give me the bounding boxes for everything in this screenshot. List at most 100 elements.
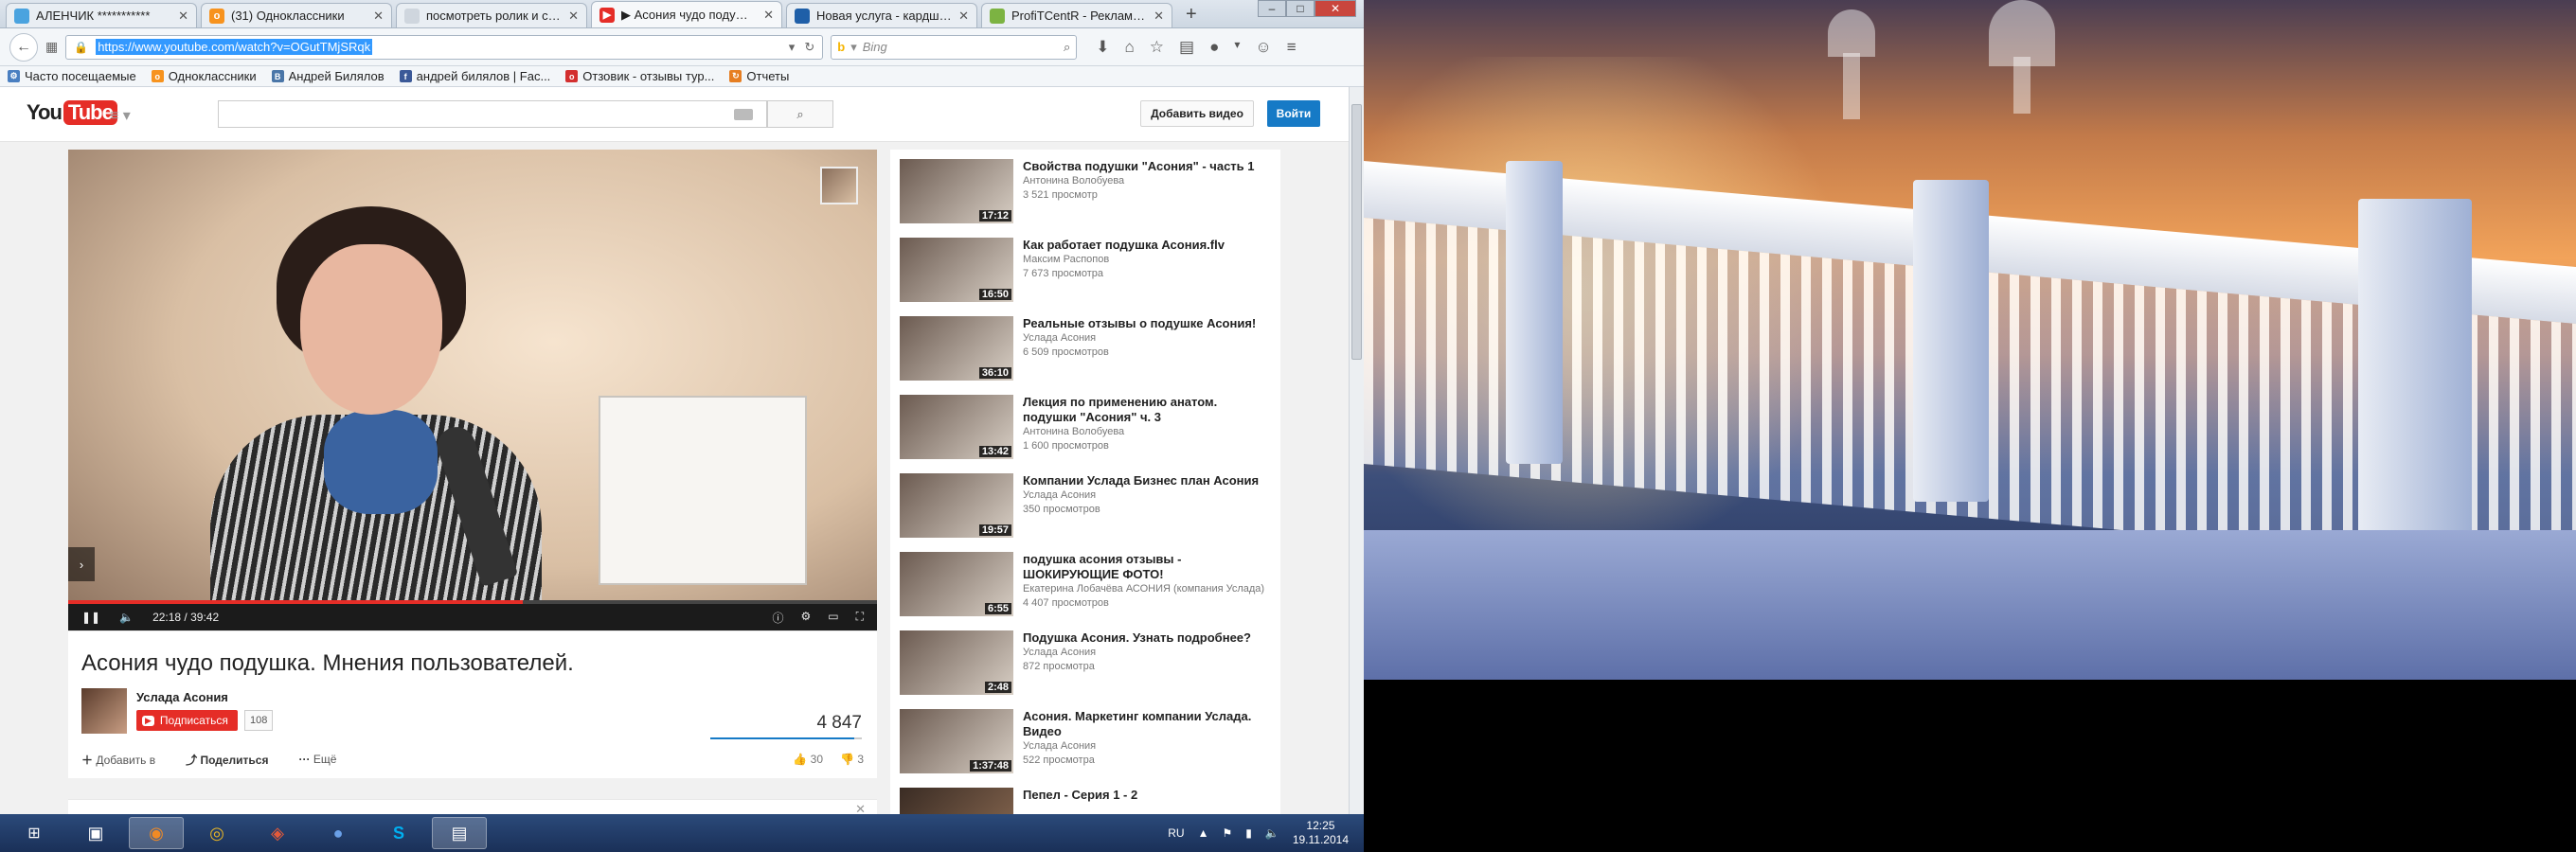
extension-dropdown-icon[interactable]: ▾ [1234,38,1240,57]
close-icon[interactable]: ✕ [568,9,579,24]
window-close-button[interactable]: ✕ [1315,0,1356,17]
youtube-search-button[interactable]: ⌕ [767,100,833,128]
channel-watermark[interactable] [820,167,858,204]
bookmark-item[interactable]: B Андрей Билялов [271,69,385,83]
share-button[interactable]: ⤴ Поделиться [186,752,268,768]
subscribe-button[interactable]: ▶ Подписаться [136,710,238,731]
close-icon[interactable]: ✕ [373,9,384,24]
video-title-link[interactable]: Асония. Маркетинг компании Услада. Видео [1023,709,1271,739]
taskbar-app-chrome[interactable]: ◎ [189,817,244,849]
video-thumbnail[interactable]: 13:42 [900,395,1013,459]
minimize-button[interactable]: – [1258,0,1286,17]
pause-icon[interactable]: ❚❚ [81,611,100,624]
tab-profitcentr[interactable]: ProfiTCentR - Рекламное ... ✕ [981,3,1172,27]
extension-icon[interactable]: ● [1209,38,1219,57]
video-thumbnail[interactable]: 2:48 [900,630,1013,695]
video-title-link[interactable]: Свойства подушки "Асония" - часть 1 [1023,159,1271,174]
video-title-link[interactable]: Лекция по применению анатом. подушки "Ас… [1023,395,1271,425]
related-video-item[interactable]: 2:48 Подушка Асония. Узнать подробнее? У… [900,630,1271,709]
close-icon[interactable]: ✕ [855,802,866,814]
volume-icon[interactable]: 🔈 [1265,826,1279,840]
reload-icon[interactable]: ↻ [804,40,814,55]
theater-mode-icon[interactable]: ▭ [828,610,838,626]
video-title-link[interactable]: Реальные отзывы о подушке Асония! [1023,316,1271,331]
video-thumbnail[interactable]: 1:37:48 [900,709,1013,773]
tab-alenchik[interactable]: АЛЕНЧИК *********** ✕ [6,3,197,27]
home-icon[interactable]: ⌂ [1124,38,1134,57]
menu-icon[interactable]: ≡ [1287,38,1297,57]
new-tab-button[interactable]: + [1176,4,1207,27]
video-title-link[interactable]: подушка асония отзывы - ШОКИРУЮЩИЕ ФОТО! [1023,552,1271,582]
tab-odnoklassniki[interactable]: о (31) Одноклассники ✕ [201,3,392,27]
channel-name[interactable]: Услада Асония [136,690,228,704]
taskbar-app-globe[interactable]: ● [311,817,366,849]
info-icon[interactable]: ⓘ [772,610,783,626]
related-video-item[interactable]: 1:37:48 Асония. Маркетинг компании Услад… [900,709,1271,788]
tab-posmotret-rolik[interactable]: посмотреть ролик и сдел... ✕ [396,3,587,27]
search-bar[interactable]: b ▾ Bing ⌕ [831,34,1078,60]
close-icon[interactable]: ✕ [763,8,774,23]
dislike-button[interactable]: 👎 3 [840,753,864,766]
related-video-item[interactable]: 16:50 Как работает подушка Асония.flv Ма… [900,238,1271,316]
related-video-item[interactable]: 36:10 Реальные отзывы о подушке Асония! … [900,316,1271,395]
like-button[interactable]: 👍 30 [793,753,823,766]
bookmark-item[interactable]: о Одноклассники [151,69,257,83]
related-video-item[interactable]: Пепел - Серия 1 - 2 [900,788,1271,814]
video-thumbnail[interactable]: 19:57 [900,473,1013,538]
volume-icon[interactable]: 🔈 [119,611,134,624]
tray-expand-icon[interactable]: ▲ [1198,826,1209,840]
address-bar[interactable]: 🔒 https://www.youtube.com/watch?v=OGutTM… [65,34,824,60]
back-button[interactable]: ← [9,32,38,62]
chevron-right-icon[interactable]: › [68,547,95,581]
bookmark-item[interactable]: ⚙ Часто посещаемые [8,69,136,83]
related-video-item[interactable]: 13:42 Лекция по применению анатом. подуш… [900,395,1271,473]
taskbar-app-firefox[interactable]: ◉ [129,817,184,849]
language-indicator[interactable]: RU [1168,826,1184,840]
video-thumbnail[interactable]: 16:50 [900,238,1013,302]
network-icon[interactable]: ▮ [1245,826,1252,840]
download-icon[interactable]: ⬇ [1096,38,1109,57]
add-to-button[interactable]: ＋ Добавить в [81,752,155,768]
scrollbar-thumb[interactable] [1351,104,1362,360]
taskbar-app-skype[interactable]: S [371,817,426,849]
search-engine-chevron-icon[interactable]: ▾ [850,40,857,55]
library-icon[interactable]: ▤ [1179,38,1194,57]
bookmark-item[interactable]: f андрей билялов | Fac... [399,69,550,83]
video-title-link[interactable]: Подушка Асония. Узнать подробнее? [1023,630,1271,646]
maximize-button[interactable]: □ [1286,0,1315,17]
tab-youtube-asonia[interactable]: ▶ ▶ Асония чудо подушка... ✕ [591,1,782,27]
video-thumbnail[interactable]: 36:10 [900,316,1013,381]
guide-menu-icon[interactable]: ≡ ▾ [110,106,131,125]
search-icon[interactable]: ⌕ [1064,40,1070,55]
bookmark-star-icon[interactable]: ☆ [1150,38,1164,57]
bing-icon[interactable]: b [837,40,845,54]
clock[interactable]: 12:25 19.11.2014 [1293,819,1349,847]
close-icon[interactable]: ✕ [958,9,969,24]
video-thumbnail[interactable]: 17:12 [900,159,1013,223]
video-title-link[interactable]: Как работает подушка Асония.flv [1023,238,1271,253]
bookmark-item[interactable]: о Отзовик - отзывы тур... [565,69,714,83]
taskbar-app-explorer[interactable]: ▣ [68,817,123,849]
youtube-search-input[interactable] [218,100,767,128]
dropdown-arrow-icon[interactable]: ▾ [789,40,796,55]
tab-cardsharing[interactable]: Новая услуга - кардшари... ✕ [786,3,977,27]
related-video-item[interactable]: 6:55 подушка асония отзывы - ШОКИРУЮЩИЕ … [900,552,1271,630]
taskbar-app-eye[interactable]: ◈ [250,817,305,849]
start-button[interactable]: ⊞ [6,817,63,849]
page-scrollbar[interactable] [1349,87,1364,814]
more-button[interactable]: ··· Ещё [299,753,337,766]
video-thumbnail[interactable] [900,788,1013,814]
channel-avatar[interactable] [81,688,127,734]
video-title-link[interactable]: Пепел - Серия 1 - 2 [1023,788,1271,803]
gear-icon[interactable]: ⚙ [800,610,811,626]
close-icon[interactable]: ✕ [1154,9,1164,24]
taskbar-app-word[interactable]: ▤ [432,817,487,849]
upload-button[interactable]: Добавить видео [1140,100,1254,127]
smiley-icon[interactable]: ☺ [1255,38,1271,57]
related-video-item[interactable]: 17:12 Свойства подушки "Асония" - часть … [900,159,1271,238]
video-title-link[interactable]: Компании Услада Бизнес план Асония [1023,473,1271,488]
home-grid-icon[interactable]: ▦ [45,39,58,55]
bookmark-item[interactable]: ↻ Отчеты [729,69,789,83]
video-player[interactable]: › ❚❚ 🔈 22:18 / 39:42 ⓘ ⚙ ▭ ⛶ [68,150,877,630]
flag-icon[interactable]: ⚑ [1223,826,1233,840]
